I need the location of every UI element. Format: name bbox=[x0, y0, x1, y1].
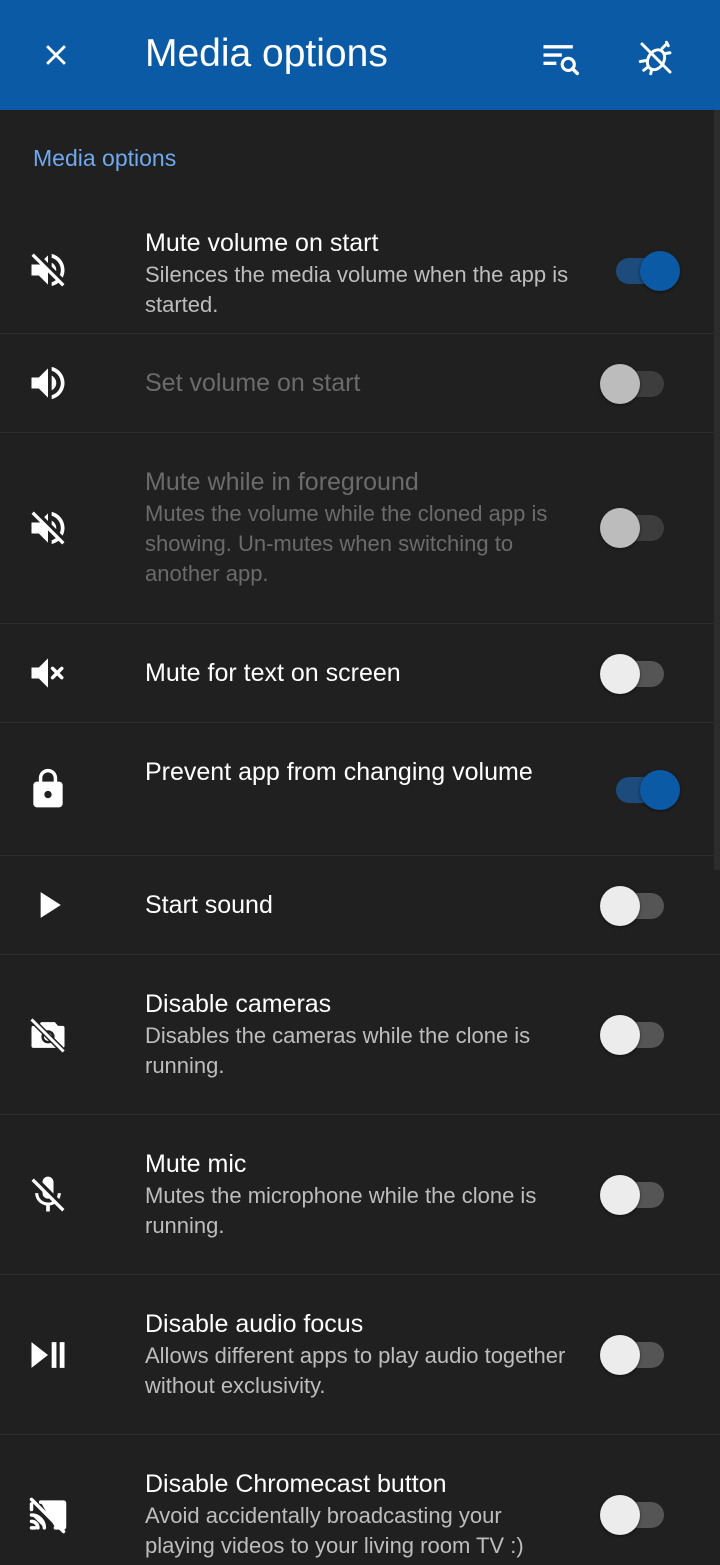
page-title: Media options bbox=[145, 32, 388, 75]
setting-label: Disable Chromecast button bbox=[145, 1470, 447, 1498]
toggle-switch[interactable] bbox=[600, 1334, 668, 1375]
toggle-thumb bbox=[600, 1175, 640, 1215]
volume-up-icon bbox=[20, 355, 76, 411]
setting-disable-chromecast-button[interactable]: Disable Chromecast button Avoid accident… bbox=[0, 1435, 720, 1565]
setting-set-volume-on-start[interactable]: Set volume on start bbox=[0, 334, 720, 433]
setting-prevent-app-changing-volume[interactable]: Prevent app from changing volume bbox=[0, 723, 720, 856]
section-header: Media options bbox=[33, 145, 177, 171]
settings-list: Media options Mute volume on start Silen… bbox=[0, 110, 720, 1565]
toggle-switch[interactable] bbox=[600, 1014, 668, 1055]
setting-label: Disable cameras bbox=[145, 990, 332, 1018]
setting-disable-cameras[interactable]: Disable cameras Disables the cameras whi… bbox=[0, 955, 720, 1115]
toggle-thumb bbox=[640, 770, 680, 810]
mic-off-icon bbox=[20, 1167, 76, 1223]
camera-off-icon bbox=[20, 1007, 76, 1063]
toggle-switch[interactable] bbox=[600, 363, 668, 404]
toggle-thumb bbox=[600, 364, 640, 404]
setting-description: Allows different apps to play audio toge… bbox=[145, 1343, 566, 1398]
toggle-thumb bbox=[600, 1015, 640, 1055]
toggle-thumb bbox=[600, 508, 640, 548]
setting-description: Mutes the microphone while the clone is … bbox=[145, 1183, 537, 1238]
toggle-switch[interactable] bbox=[600, 250, 680, 291]
setting-description: Disables the cameras while the clone is … bbox=[145, 1023, 531, 1078]
toggle-switch[interactable] bbox=[600, 885, 668, 926]
setting-label: Mute while in foreground bbox=[145, 468, 419, 496]
setting-label: Set volume on start bbox=[145, 369, 361, 397]
setting-label: Mute mic bbox=[145, 1150, 247, 1178]
toggle-switch[interactable] bbox=[600, 507, 668, 548]
volume-mute-x-icon bbox=[20, 645, 76, 701]
toggle-switch[interactable] bbox=[600, 1174, 668, 1215]
setting-start-sound[interactable]: Start sound bbox=[0, 856, 720, 955]
toggle-thumb bbox=[600, 1495, 640, 1535]
setting-mute-while-in-foreground[interactable]: Mute while in foreground Mutes the volum… bbox=[0, 433, 720, 624]
volume-off-icon bbox=[20, 242, 76, 298]
setting-label: Mute for text on screen bbox=[145, 659, 401, 687]
lock-icon bbox=[20, 761, 76, 817]
toggle-thumb bbox=[640, 251, 680, 291]
filter-search-button[interactable] bbox=[530, 28, 590, 88]
toggle-thumb bbox=[600, 886, 640, 926]
filter-search-icon bbox=[543, 45, 579, 76]
play-icon bbox=[20, 877, 76, 933]
play-pause-icon bbox=[20, 1327, 76, 1383]
close-button[interactable] bbox=[26, 25, 86, 85]
setting-label: Prevent app from changing volume bbox=[145, 758, 533, 786]
setting-description: Silences the media volume when the app i… bbox=[145, 262, 569, 317]
setting-mute-mic[interactable]: Mute mic Mutes the microphone while the … bbox=[0, 1115, 720, 1275]
debug-button[interactable] bbox=[626, 28, 686, 88]
setting-label: Start sound bbox=[145, 891, 273, 919]
toggle-thumb bbox=[600, 1335, 640, 1375]
setting-label: Disable audio focus bbox=[145, 1310, 364, 1338]
close-icon bbox=[46, 45, 66, 65]
toggle-switch[interactable] bbox=[600, 769, 680, 810]
setting-label: Mute volume on start bbox=[145, 229, 379, 257]
setting-mute-volume-on-start[interactable]: Mute volume on start Silences the media … bbox=[0, 206, 720, 334]
setting-mute-for-text-on-screen[interactable]: Mute for text on screen bbox=[0, 624, 720, 723]
cast-off-icon bbox=[20, 1487, 76, 1543]
bug-icon bbox=[638, 40, 672, 76]
setting-description: Avoid accidentally broadcasting your pla… bbox=[145, 1503, 524, 1558]
app-bar: Media options bbox=[0, 0, 720, 110]
toggle-thumb bbox=[600, 654, 640, 694]
volume-off-icon bbox=[20, 500, 76, 556]
toggle-switch[interactable] bbox=[600, 653, 668, 694]
toggle-switch[interactable] bbox=[600, 1494, 668, 1535]
setting-disable-audio-focus[interactable]: Disable audio focus Allows different app… bbox=[0, 1275, 720, 1435]
setting-description: Mutes the volume while the cloned app is… bbox=[145, 501, 548, 586]
